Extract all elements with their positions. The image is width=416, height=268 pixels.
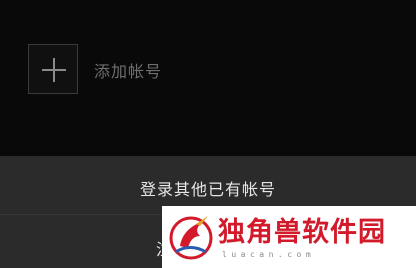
- watermark-url: luacan.com: [222, 250, 316, 259]
- add-account-row[interactable]: 添加帐号: [0, 36, 416, 102]
- watermark: 独角兽软件园 luacan.com: [162, 206, 416, 268]
- unicorn-logo-icon: [169, 216, 213, 260]
- add-account-label: 添加帐号: [94, 62, 163, 81]
- login-existing-account-button[interactable]: 登录其他已有帐号: [0, 176, 416, 200]
- watermark-title: 独角兽软件园: [218, 217, 386, 248]
- account-switch-screen: 添加帐号 登录其他已有帐号 注 独角兽软件园 luacan.com: [0, 0, 416, 268]
- add-account-button[interactable]: [28, 44, 78, 94]
